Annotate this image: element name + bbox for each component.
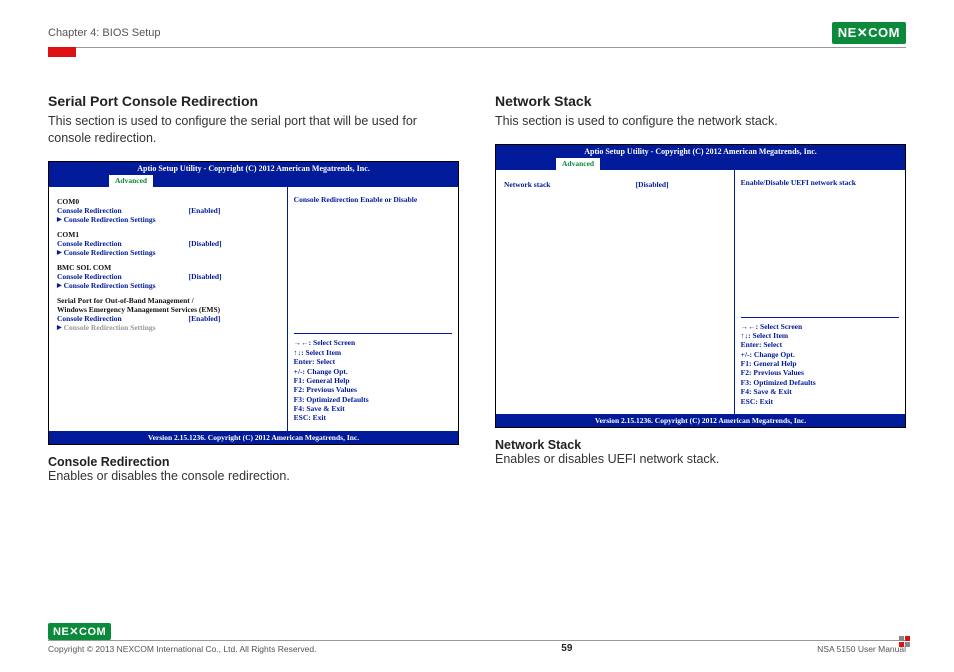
footer-rule [48, 640, 906, 641]
bios-footer-r: Version 2.15.1236. Copyright (C) 2012 Am… [496, 414, 905, 427]
left-column: Serial Port Console Redirection This sec… [48, 93, 459, 483]
group-bmc: BMC SOL COM [57, 263, 279, 272]
bios-title: Aptio Setup Utility - Copyright (C) 2012… [49, 162, 458, 175]
right-column: Network Stack This section is used to co… [495, 93, 906, 483]
key-8: F4: Save & Exit [294, 404, 452, 413]
key-8r: F4: Save & Exit [741, 387, 899, 396]
key-4: +/-: Change Opt. [294, 367, 452, 376]
page-number: 59 [561, 643, 572, 654]
section-title-serial: Serial Port Console Redirection [48, 93, 459, 109]
key-9r: ESC: Exit [741, 397, 899, 406]
bios-help-text-r: Enable/Disable UEFI network stack [741, 178, 899, 313]
bmc-cr-val[interactable]: [Disabled] [189, 272, 279, 281]
sub-title-cr: Console Redirection [48, 455, 459, 469]
key-3: Enter: Select [294, 357, 452, 366]
key-6r: F2: Previous Values [741, 368, 899, 377]
footer-squares-icon [899, 636, 910, 647]
group-oob-l2: Windows Emergency Management Services (E… [57, 305, 279, 314]
bios-footer: Version 2.15.1236. Copyright (C) 2012 Am… [49, 431, 458, 444]
com1-cr-val[interactable]: [Disabled] [189, 239, 279, 248]
bios-tabs-r: Advanced [496, 158, 905, 170]
tab-advanced[interactable]: Advanced [109, 175, 153, 187]
com1-settings[interactable]: Console Redirection Settings [57, 248, 279, 257]
sub-desc-cr: Enables or disables the console redirect… [48, 469, 459, 483]
key-1: →←: Select Screen [294, 338, 452, 347]
netstack-label[interactable]: Network stack [504, 180, 636, 189]
netstack-val[interactable]: [Disabled] [636, 180, 726, 189]
bios-keys-r: →←: Select Screen ↑↓: Select Item Enter:… [741, 317, 899, 406]
com1-cr-label[interactable]: Console Redirection [57, 239, 189, 248]
brand-logo: NE✕COM [832, 22, 906, 44]
page-footer: NE✕COM Copyright © 2013 NEXCOM Internati… [48, 622, 906, 654]
com0-cr-val[interactable]: [Enabled] [189, 206, 279, 215]
bmc-cr-label[interactable]: Console Redirection [57, 272, 189, 281]
bios-panel-serial: Aptio Setup Utility - Copyright (C) 2012… [48, 161, 459, 445]
section-desc-network: This section is used to configure the ne… [495, 113, 906, 130]
bios-keys: →←: Select Screen ↑↓: Select Item Enter:… [294, 333, 452, 422]
group-oob-l1: Serial Port for Out-of-Band Management / [57, 296, 279, 305]
section-title-network: Network Stack [495, 93, 906, 109]
tab-advanced-r[interactable]: Advanced [556, 158, 600, 170]
key-2r: ↑↓: Select Item [741, 331, 899, 340]
oob-cr-val[interactable]: [Enabled] [189, 314, 279, 323]
bios-left-pane-r: Network stack [Disabled] [496, 170, 735, 414]
bios-left-pane: COM0 Console Redirection[Enabled] Consol… [49, 187, 288, 431]
com0-settings[interactable]: Console Redirection Settings [57, 215, 279, 224]
red-tab [48, 47, 76, 57]
key-6: F2: Previous Values [294, 385, 452, 394]
oob-settings: Console Redirection Settings [57, 323, 279, 332]
key-5: F1: General Help [294, 376, 452, 385]
com0-cr-label[interactable]: Console Redirection [57, 206, 189, 215]
key-4r: +/-: Change Opt. [741, 350, 899, 359]
sub-desc-ns: Enables or disables UEFI network stack. [495, 452, 906, 466]
bios-tabs: Advanced [49, 175, 458, 187]
key-7: F3: Optimized Defaults [294, 395, 452, 404]
chapter-label: Chapter 4: BIOS Setup [48, 27, 161, 39]
key-1r: →←: Select Screen [741, 322, 899, 331]
key-9: ESC: Exit [294, 413, 452, 422]
bios-panel-network: Aptio Setup Utility - Copyright (C) 2012… [495, 144, 906, 428]
doc-name: NSA 5150 User Manual [817, 644, 906, 654]
key-7r: F3: Optimized Defaults [741, 378, 899, 387]
group-com1: COM1 [57, 230, 279, 239]
group-com0: COM0 [57, 197, 279, 206]
bmc-settings[interactable]: Console Redirection Settings [57, 281, 279, 290]
key-2: ↑↓: Select Item [294, 348, 452, 357]
bios-title-r: Aptio Setup Utility - Copyright (C) 2012… [496, 145, 905, 158]
bios-help-text: Console Redirection Enable or Disable [294, 195, 452, 330]
section-desc-serial: This section is used to configure the se… [48, 113, 459, 147]
key-3r: Enter: Select [741, 340, 899, 349]
oob-cr-label[interactable]: Console Redirection [57, 314, 189, 323]
header-rule [48, 47, 906, 48]
brand-logo-footer: NE✕COM [48, 623, 111, 640]
sub-title-ns: Network Stack [495, 438, 906, 452]
key-5r: F1: General Help [741, 359, 899, 368]
copyright: Copyright © 2013 NEXCOM International Co… [48, 644, 316, 654]
